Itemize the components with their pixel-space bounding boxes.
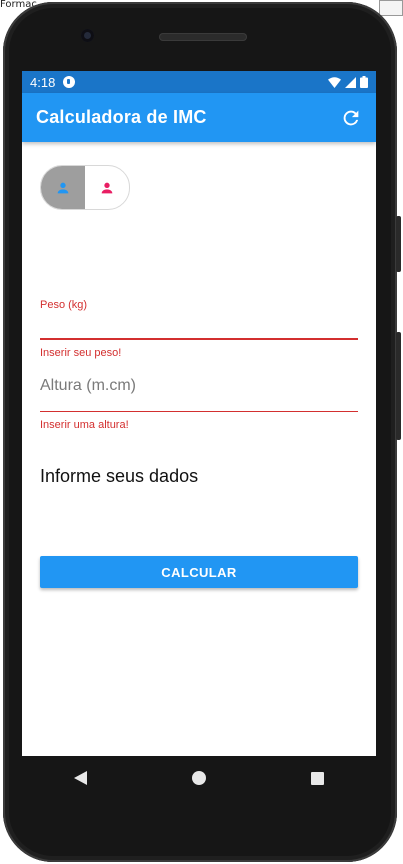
desktop-window-control	[379, 0, 403, 16]
info-text: Informe seus dados	[40, 466, 199, 486]
recents-button[interactable]	[297, 758, 337, 798]
gender-male-option[interactable]	[41, 166, 85, 209]
gender-female-option[interactable]	[85, 166, 129, 209]
signal-icon	[345, 76, 356, 88]
front-camera	[81, 29, 94, 42]
navigation-bar	[22, 756, 376, 800]
device-screen: 4:18 Calculadora de IMC Peso (kg) Inseri…	[22, 71, 376, 756]
back-button[interactable]	[61, 758, 101, 798]
app-title: Calculadora de IMC	[36, 107, 207, 127]
recents-icon	[310, 771, 324, 785]
weight-input[interactable]	[40, 318, 358, 338]
person-male-icon	[57, 182, 69, 193]
person-female-icon	[101, 182, 113, 193]
status-bar: 4:18	[22, 71, 376, 93]
back-icon	[74, 771, 87, 785]
height-underline	[40, 411, 358, 412]
weight-error: Inserir seu peso!	[40, 347, 122, 359]
power-button	[396, 216, 401, 272]
height-input[interactable]	[40, 376, 358, 396]
earpiece-speaker	[159, 33, 247, 41]
weight-underline	[40, 338, 358, 340]
app-notification-icon	[63, 76, 76, 88]
home-icon	[192, 771, 206, 785]
volume-button	[396, 332, 401, 440]
status-icons	[328, 76, 368, 88]
gender-toggle	[40, 165, 130, 210]
status-time: 4:18	[30, 74, 56, 90]
home-button[interactable]	[179, 758, 219, 798]
app-bar: Calculadora de IMC	[22, 93, 376, 142]
battery-icon	[360, 76, 368, 88]
weight-label: Peso (kg)	[40, 299, 88, 311]
height-error: Inserir uma altura!	[40, 419, 129, 431]
calculate-button[interactable]: CALCULAR	[40, 556, 358, 588]
wifi-icon	[328, 76, 341, 88]
refresh-icon[interactable]	[340, 107, 362, 129]
